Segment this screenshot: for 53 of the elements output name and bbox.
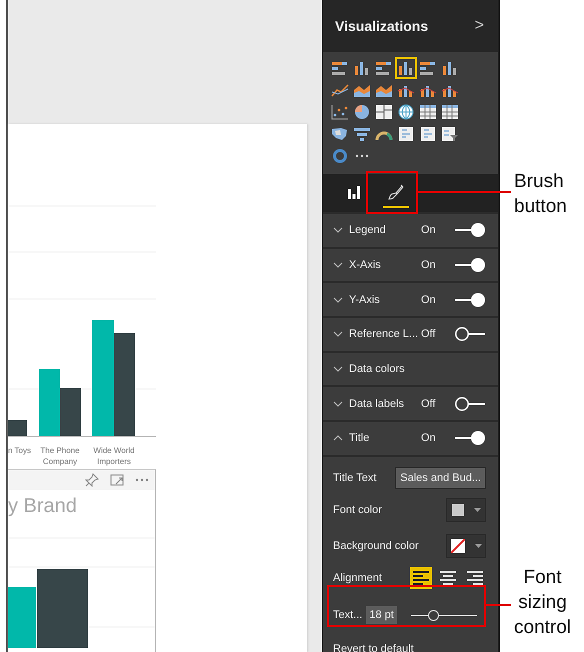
bar	[60, 388, 81, 436]
toggle-switch[interactable]	[454, 430, 486, 446]
axis-label: Wide World Importers	[92, 445, 136, 467]
format-section-header[interactable]: Data colors	[323, 350, 498, 386]
option-label: Alignment	[333, 572, 382, 584]
format-section-header[interactable]: Title On	[323, 420, 498, 455]
option-label: Text...	[333, 608, 362, 621]
toggle-switch[interactable]	[454, 396, 486, 412]
callout-label: Font sizing control	[514, 566, 572, 640]
bar-chart-icon	[347, 185, 361, 199]
font-size-slider[interactable]	[410, 608, 477, 621]
axis-label: n Toys	[8, 445, 31, 456]
option-label: Title Text	[333, 472, 376, 484]
toggle-switch[interactable]	[454, 326, 486, 342]
toggle-state: Off	[421, 398, 436, 410]
toggle-switch[interactable]	[454, 222, 486, 238]
dropdown-arrow-icon	[474, 544, 482, 548]
format-section-header[interactable]: X-Axis On	[323, 246, 498, 282]
visual-type-icon[interactable]	[395, 57, 417, 79]
revert-link[interactable]: Revert to default	[333, 642, 486, 652]
brush-icon	[388, 184, 404, 200]
toggle-switch[interactable]	[454, 257, 486, 274]
bar	[39, 369, 60, 436]
axis-label: The Phone Company	[39, 445, 81, 467]
format-section-header[interactable]: Y-Axis On	[323, 281, 498, 316]
no-color-swatch-icon	[450, 538, 464, 553]
toggle-switch[interactable]	[454, 292, 486, 308]
toggle-state: On	[421, 259, 437, 272]
title-text-field[interactable]: Sales and Bud...	[395, 466, 486, 489]
toggle-state: Off	[421, 328, 436, 340]
toggle-state: On	[421, 294, 437, 306]
color-picker[interactable]	[446, 534, 486, 558]
format-section-header[interactable]: Legend On	[323, 212, 498, 247]
toggle-state: On	[421, 224, 437, 236]
bar	[8, 420, 27, 436]
more-options-icon[interactable]	[135, 478, 149, 482]
panel-title: Visualizations	[335, 18, 428, 34]
focus-mode-icon[interactable]	[110, 474, 124, 486]
callout-label: Brush button	[514, 170, 567, 219]
option-label: Background color	[333, 540, 419, 552]
color-picker[interactable]	[446, 498, 486, 522]
leader-line	[486, 604, 511, 606]
chart-title: y Brand	[8, 494, 78, 518]
font-size-field[interactable]: 18 pt	[366, 606, 397, 624]
expand-button[interactable]: >	[474, 17, 484, 35]
dropdown-arrow-icon	[474, 508, 480, 512]
toggle-state: On	[421, 432, 437, 444]
option-label: Font color	[333, 504, 382, 516]
format-section-header[interactable]: Data labels Off	[323, 385, 498, 420]
align-left-icon[interactable]	[410, 566, 432, 589]
format-section-header[interactable]: Reference L... Off	[323, 316, 498, 351]
pin-icon[interactable]	[85, 473, 99, 487]
highlight-box	[366, 171, 418, 214]
